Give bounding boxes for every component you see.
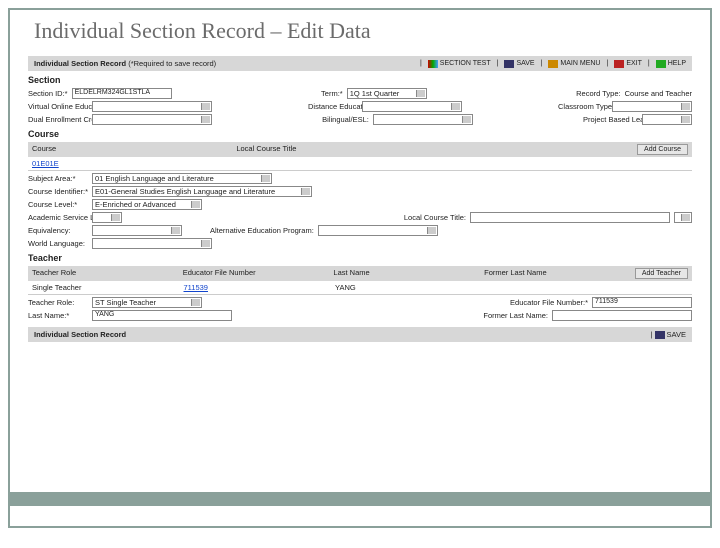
teacher-role-label: Teacher Role: (28, 298, 88, 307)
level-select[interactable]: E-Enriched or Advanced (92, 199, 202, 210)
efn-label: Educator File Number:* (510, 298, 588, 307)
dual-label: Dual Enrollment Credit: (28, 115, 88, 124)
course-table-header: Course Local Course Title Add Course (28, 142, 692, 157)
worldlang-select[interactable] (92, 238, 212, 249)
bilingual-label: Bilingual/ESL: (322, 115, 369, 124)
home-icon (548, 60, 558, 68)
term-select[interactable]: 1Q 1st Quarter (347, 88, 427, 99)
equivalency-label: Equivalency: (28, 226, 88, 235)
header-title: Individual Section Record (34, 59, 126, 68)
identifier-select[interactable]: E01-General Studies English Language and… (92, 186, 312, 197)
teacher-heading: Teacher (28, 253, 692, 263)
local-title-label: Local Course Title: (404, 213, 466, 222)
distance-label: Distance Education: (308, 102, 358, 111)
help-button[interactable]: HELP (656, 60, 686, 68)
record-type-label: Record Type: (576, 89, 620, 98)
local-title-picker[interactable] (674, 212, 692, 223)
identifier-label: Course Identifier:* (28, 187, 88, 196)
local-title-input[interactable] (470, 212, 670, 223)
save-icon (655, 331, 665, 339)
equivalency-select[interactable] (92, 225, 182, 236)
project-label: Project Based Learning: (583, 115, 638, 124)
subject-label: Subject Area:* (28, 174, 88, 183)
required-note: (*Required to save record) (128, 59, 216, 68)
worldlang-label: World Language: (28, 239, 88, 248)
last-name-label: Last Name:* (28, 311, 88, 320)
section-test-icon (428, 60, 438, 68)
virtual-select[interactable] (92, 101, 212, 112)
last-name-input[interactable]: YANG (92, 310, 232, 321)
section-heading: Section (28, 75, 692, 85)
classroom-select[interactable] (612, 101, 692, 112)
add-teacher-button[interactable]: Add Teacher (635, 268, 688, 279)
teacher-role-select[interactable]: ST Single Teacher (92, 297, 202, 308)
efn-input[interactable]: 711539 (592, 297, 692, 308)
term-label: Term:* (321, 89, 343, 98)
footer-title: Individual Section Record (34, 330, 126, 339)
asl-label: Academic Service Learning: (28, 213, 88, 222)
exit-icon (614, 60, 624, 68)
footer-save-button[interactable]: | SAVE (651, 330, 686, 339)
teacher-table-header: Teacher Role Educator File Number Last N… (28, 266, 692, 281)
level-label: Course Level:* (28, 200, 88, 209)
section-test-button[interactable]: SECTION TEST (428, 60, 491, 68)
virtual-label: Virtual Online Education: (28, 102, 88, 111)
add-course-button[interactable]: Add Course (637, 144, 688, 155)
project-select[interactable] (642, 114, 692, 125)
record-header-bar: Individual Section Record (*Required to … (28, 56, 692, 71)
main-menu-button[interactable]: MAIN MENU (548, 60, 600, 68)
footer-strip (10, 492, 710, 506)
subject-select[interactable]: 01 English Language and Literature (92, 173, 272, 184)
save-icon (504, 60, 514, 68)
former-last-label: Former Last Name: (483, 311, 548, 320)
save-button[interactable]: SAVE (504, 60, 534, 68)
page-title: Individual Section Record – Edit Data (10, 10, 710, 56)
altprog-label: Alternative Education Program: (210, 226, 314, 235)
teacher-efn-link[interactable]: 711539 (184, 283, 332, 292)
course-link[interactable]: 01E01E (32, 159, 231, 168)
asl-select[interactable] (92, 212, 122, 223)
distance-select[interactable] (362, 101, 462, 112)
course-heading: Course (28, 129, 692, 139)
dual-select[interactable] (92, 114, 212, 125)
exit-button[interactable]: EXIT (614, 60, 642, 68)
classroom-label: Classroom Type: (558, 102, 608, 111)
record-type-value: Course and Teacher (625, 89, 692, 98)
bilingual-select[interactable] (373, 114, 473, 125)
former-last-input[interactable] (552, 310, 692, 321)
help-icon (656, 60, 666, 68)
footer-bar: Individual Section Record | SAVE (28, 327, 692, 342)
altprog-select[interactable] (318, 225, 438, 236)
table-row: Single Teacher 711539 YANG (28, 281, 692, 295)
section-id-label: Section ID:* (28, 89, 68, 98)
section-id-input[interactable]: ELDELRM324GL1STLA (72, 88, 172, 99)
